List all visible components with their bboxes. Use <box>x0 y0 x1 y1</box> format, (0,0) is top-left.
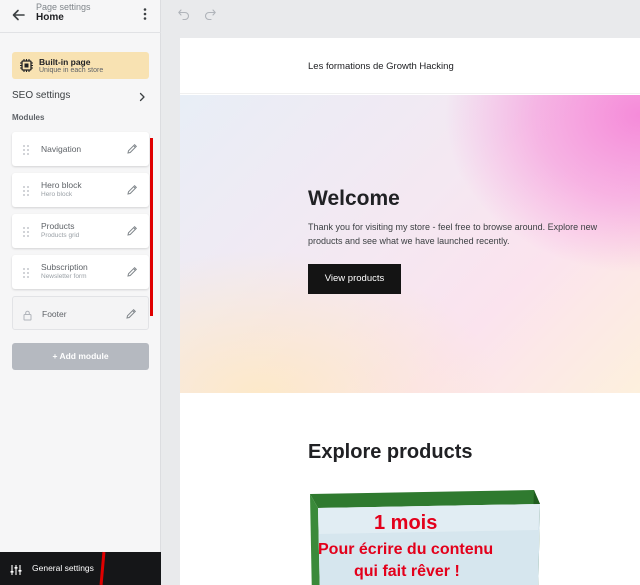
module-sublabel: Hero block <box>41 191 73 198</box>
module-sublabel: Newsletter form <box>41 273 87 280</box>
chevron-right-icon <box>137 90 147 102</box>
product-image-line: qui fait rêver ! <box>354 563 460 580</box>
arrow-left-icon[interactable] <box>10 6 28 24</box>
annotation-red-line <box>150 138 153 316</box>
module-hero-block[interactable]: Hero block Hero block <box>12 173 149 207</box>
module-label: Products <box>41 221 75 231</box>
explore-products-title: Explore products <box>308 441 473 463</box>
pencil-icon[interactable] <box>126 142 138 154</box>
redo-icon[interactable] <box>204 7 216 21</box>
drag-handle-icon[interactable] <box>22 143 30 155</box>
pencil-icon[interactable] <box>126 224 138 236</box>
header-subtitle: Page settings <box>36 2 91 12</box>
hero-text: Thank you for visiting my store - feel f… <box>308 222 598 246</box>
editor-toolbar <box>162 0 640 26</box>
module-label: Footer <box>42 309 67 319</box>
pencil-icon[interactable] <box>125 307 137 319</box>
view-products-button[interactable]: View products <box>308 264 401 294</box>
more-vertical-icon[interactable] <box>139 6 151 22</box>
module-sublabel: Products grid <box>41 232 80 239</box>
sidebar-header: Page settings Home <box>0 0 161 33</box>
module-label: Navigation <box>41 144 82 154</box>
seo-settings-link[interactable]: SEO settings <box>12 88 149 104</box>
built-in-subtitle: Unique in each store <box>39 67 104 74</box>
store-name[interactable]: Les formations de Growth Hacking <box>308 61 454 72</box>
add-module-button[interactable]: + Add module <box>12 343 149 370</box>
built-in-page-badge: Built-in page Unique in each store <box>12 52 149 79</box>
built-in-title: Built-in page <box>39 57 91 67</box>
seo-settings-label: SEO settings <box>12 90 71 101</box>
drag-handle-icon[interactable] <box>22 184 30 196</box>
store-preview: Les formations de Growth Hacking Welcome… <box>180 38 640 585</box>
module-footer[interactable]: Footer <box>12 296 149 330</box>
undo-icon[interactable] <box>178 7 190 21</box>
hero-title: Welcome <box>308 187 400 210</box>
module-navigation[interactable]: Navigation <box>12 132 149 166</box>
module-subscription[interactable]: Subscription Newsletter form <box>12 255 149 289</box>
drag-handle-icon[interactable] <box>22 225 30 237</box>
lock-icon <box>23 308 32 321</box>
pencil-icon[interactable] <box>126 183 138 195</box>
sliders-icon <box>10 563 22 575</box>
product-image[interactable]: 1 mois Pour écrire du contenu qui fait r… <box>308 490 542 585</box>
chip-icon <box>19 58 34 73</box>
module-products[interactable]: Products Products grid <box>12 214 149 248</box>
drag-handle-icon[interactable] <box>22 266 30 278</box>
annotation-red-tick <box>99 551 106 585</box>
module-label: Subscription <box>41 262 88 272</box>
general-settings-button[interactable]: General settings <box>0 551 161 585</box>
modules-heading: Modules <box>12 113 45 122</box>
module-label: Hero block <box>41 180 82 190</box>
hero-block[interactable]: Welcome Thank you for visiting my store … <box>180 95 640 393</box>
pencil-icon[interactable] <box>126 265 138 277</box>
page-settings-sidebar: Page settings Home Built-in page Unique … <box>0 0 161 585</box>
page-title: Home <box>36 12 64 23</box>
product-image-line: Pour écrire du contenu <box>318 541 494 558</box>
general-settings-label: General settings <box>32 563 94 573</box>
product-image-line: 1 mois <box>374 512 438 534</box>
store-header: Les formations de Growth Hacking <box>180 38 640 94</box>
